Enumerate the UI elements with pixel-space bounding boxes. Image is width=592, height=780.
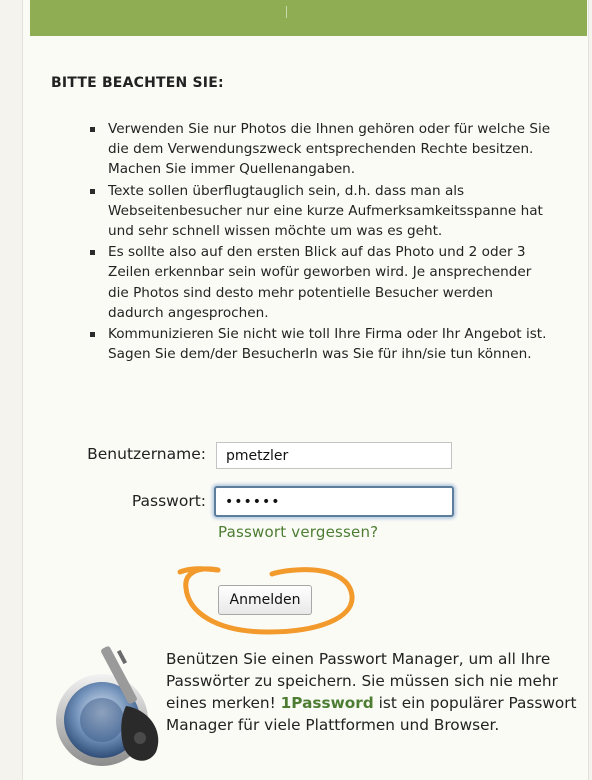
notice-item: Es sollte also auf den ersten Blick auf … <box>90 242 552 323</box>
notice-item: Kommunizieren Sie nicht wie toll Ihre Fi… <box>90 324 552 364</box>
header-divider <box>286 6 287 18</box>
bullet-icon <box>90 332 95 338</box>
password-input[interactable] <box>214 486 454 517</box>
password-label: Passwort: <box>131 492 206 510</box>
notice-item-text: Verwenden Sie nur Photos die Ihnen gehör… <box>108 121 551 178</box>
notice-item-text: Es sollte also auf den ersten Blick auf … <box>108 244 532 321</box>
notice-list: Verwenden Sie nur Photos die Ihnen gehör… <box>90 119 552 365</box>
header-bar <box>30 0 587 36</box>
notice-title: BITTE BEACHTEN SIE: <box>51 75 224 91</box>
brand-name: 1Password <box>280 694 374 712</box>
username-label: Benutzername: <box>87 445 206 463</box>
password-manager-promo: Benützen Sie einen Passwort Manager, um … <box>166 648 581 736</box>
1password-keyhole-icon <box>56 646 159 766</box>
forgot-password-link[interactable]: Passwort vergessen? <box>218 523 378 541</box>
notice-item-text: Kommunizieren Sie nicht wie toll Ihre Fi… <box>108 326 547 363</box>
bullet-icon <box>90 250 95 256</box>
username-input[interactable] <box>216 442 452 469</box>
login-button[interactable]: Anmelden <box>218 585 312 615</box>
notice-item: Verwenden Sie nur Photos die Ihnen gehör… <box>90 119 552 180</box>
notice-item: Texte sollen überflugtauglich sein, d.h.… <box>90 181 552 242</box>
notice-item-text: Texte sollen überflugtauglich sein, d.h.… <box>108 182 543 240</box>
bullet-icon <box>90 188 95 194</box>
bullet-icon <box>90 127 95 132</box>
